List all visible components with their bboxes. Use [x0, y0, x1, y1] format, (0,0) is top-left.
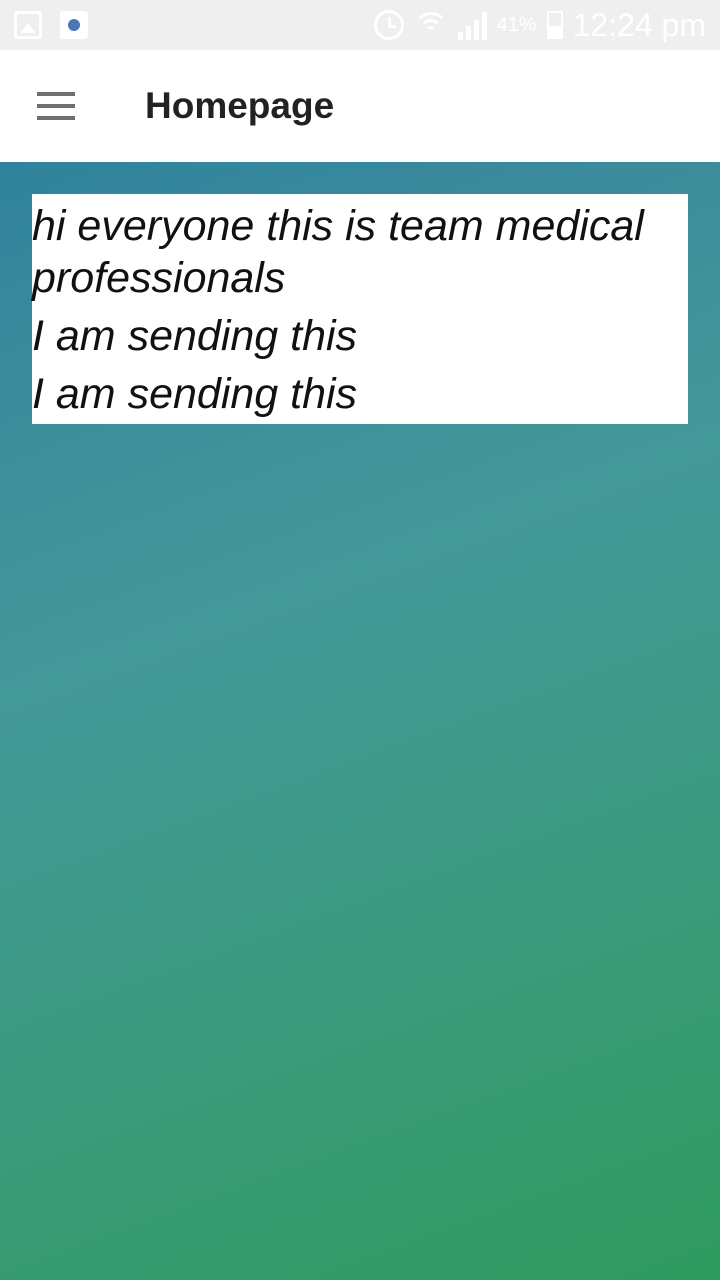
status-clock: 12:24 pm — [572, 6, 706, 43]
hamburger-menu-button[interactable] — [0, 50, 112, 162]
hamburger-menu-icon — [37, 92, 75, 96]
status-system: 41% 12:24 pm — [373, 6, 720, 44]
app-bar: Homepage — [0, 50, 720, 162]
battery-icon — [546, 11, 563, 39]
app-icon — [60, 11, 88, 39]
signal-icon — [457, 10, 487, 40]
battery-percent: 41% — [496, 13, 537, 36]
heart-icon — [68, 19, 80, 31]
message-item: hi everyone this is team medical profess… — [32, 202, 644, 302]
status-bar: 41% 12:24 pm — [0, 0, 720, 50]
alarm-icon — [373, 10, 404, 40]
gallery-icon — [14, 11, 42, 39]
message-box: hi everyone this is team medical profess… — [32, 194, 688, 424]
wifi-icon — [413, 10, 448, 40]
status-notifications — [0, 11, 88, 39]
message-item: I am sending this — [32, 312, 358, 360]
page-title: Homepage — [145, 85, 335, 126]
message-item: I am sending this — [32, 370, 358, 418]
app-screen: 41% 12:24 pm Homepage hi everyone this i… — [0, 0, 720, 1280]
